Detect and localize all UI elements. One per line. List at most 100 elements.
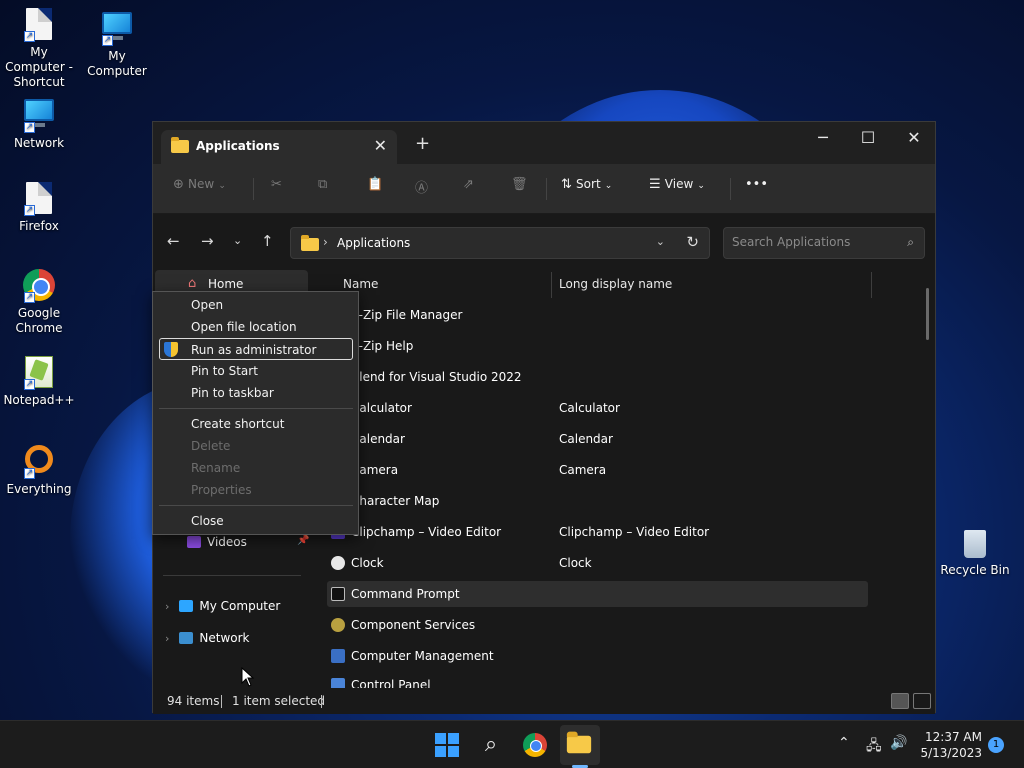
table-row[interactable]: Component Services: [327, 612, 868, 638]
table-row[interactable]: Character Map: [327, 488, 868, 514]
clock-icon: [331, 556, 345, 570]
search-icon[interactable]: ⌕: [907, 235, 914, 250]
breadcrumb-chevron-icon: ›: [323, 235, 328, 249]
context-menu: Open Open file location Run as administr…: [152, 291, 359, 535]
recent-locations-icon[interactable]: ⌄: [233, 234, 242, 247]
nav-item-my-computer[interactable]: › My Computer: [165, 599, 280, 613]
refresh-icon[interactable]: ↻: [686, 233, 699, 251]
breadcrumb-applications[interactable]: Applications: [337, 236, 410, 250]
network-icon: [179, 632, 194, 644]
address-bar[interactable]: › Applications ⌄ ↻: [290, 227, 710, 259]
title-bar[interactable]: Applications ✕ + ─ ☐ ✕: [153, 122, 935, 164]
menu-item-create-shortcut[interactable]: Create shortcut: [153, 413, 358, 435]
videos-icon: [187, 536, 201, 548]
menu-item-properties: Properties: [191, 483, 252, 497]
menu-item-pin-to-start[interactable]: Pin to Start: [153, 360, 358, 382]
maximize-icon[interactable]: ☐: [845, 128, 891, 147]
taskbar: ⌕ ⌃ 🖧 🔊 12:37 AM 5/13/2023 1: [0, 720, 1024, 768]
tiles-view-icon[interactable]: [913, 693, 931, 709]
table-row[interactable]: Blend for Visual Studio 2022: [327, 364, 868, 390]
desktop-icon-google-chrome[interactable]: ↗ Google Chrome: [0, 269, 78, 336]
volume-icon[interactable]: 🔊: [890, 735, 907, 751]
file-explorer-icon: [566, 731, 592, 754]
menu-item-delete: Delete: [191, 439, 231, 453]
table-row[interactable]: Calendar Calendar: [327, 426, 868, 452]
menu-item-close[interactable]: Close: [153, 510, 358, 532]
new-tab-icon[interactable]: +: [415, 133, 430, 154]
notepad-plus-plus-icon: ↗: [22, 356, 56, 390]
desktop-icon-my-computer[interactable]: ↗ My Computer: [78, 8, 156, 79]
file-shortcut-icon: ↗: [22, 8, 56, 42]
table-row-selected[interactable]: Command Prompt: [327, 581, 868, 607]
item-count: 94 items: [167, 694, 220, 708]
close-window-icon[interactable]: ✕: [891, 128, 937, 147]
mouse-cursor-icon: [241, 667, 255, 687]
up-icon[interactable]: ↑: [261, 232, 274, 250]
close-tab-icon[interactable]: ✕: [374, 136, 387, 155]
table-row[interactable]: Control Panel: [327, 672, 868, 688]
column-header-long-display-name[interactable]: Long display name: [559, 277, 672, 291]
desktop-icon-everything[interactable]: ↗ Everything: [0, 443, 78, 497]
home-icon: ⌂: [188, 276, 197, 291]
table-row[interactable]: 7-Zip Help: [327, 333, 868, 359]
column-header-name[interactable]: Name: [343, 277, 378, 291]
desktop-icon-notepad-plus-plus[interactable]: ↗ Notepad++: [0, 356, 78, 408]
details-view-icon[interactable]: [891, 693, 909, 709]
view-button[interactable]: ☰ View ⌄: [649, 177, 705, 192]
menu-item-pin-to-taskbar[interactable]: Pin to taskbar: [153, 382, 358, 404]
delete-icon[interactable]: 🗑: [511, 177, 528, 192]
monitor-icon: [179, 600, 194, 612]
file-shortcut-icon: ↗: [22, 182, 56, 216]
menu-item-run-as-administrator[interactable]: Run as administrator: [159, 338, 353, 360]
chevron-right-icon[interactable]: ›: [165, 632, 169, 645]
share-icon[interactable]: ⇗: [463, 177, 474, 192]
search-box[interactable]: ⌕: [723, 227, 925, 259]
sort-button[interactable]: ⇅ Sort ⌄: [561, 177, 612, 192]
plus-circle-icon: ⊕: [173, 177, 184, 192]
search-input[interactable]: [732, 235, 892, 249]
chevron-right-icon[interactable]: ›: [165, 600, 169, 613]
network-status-icon[interactable]: 🖧: [866, 735, 882, 759]
table-row[interactable]: 7-Zip File Manager: [327, 302, 868, 328]
paste-icon[interactable]: 📋: [367, 177, 383, 192]
copy-icon[interactable]: ⧉: [318, 177, 327, 192]
table-row[interactable]: Computer Management: [327, 643, 868, 669]
clock[interactable]: 12:37 AM 5/13/2023: [910, 729, 982, 761]
table-row[interactable]: Clock Clock: [327, 550, 868, 576]
computer-management-icon: [331, 649, 345, 663]
desktop-icon-firefox[interactable]: ↗ Firefox: [0, 182, 78, 234]
menu-item-open[interactable]: Open: [153, 294, 358, 316]
desktop-icon-my-computer-shortcut[interactable]: ↗ My Computer - Shortcut: [0, 8, 78, 90]
desktop-icon-network[interactable]: ↗ Network: [0, 95, 78, 151]
menu-item-open-file-location[interactable]: Open file location: [153, 316, 358, 338]
file-list: Name Long display name 7-Zip File Manage…: [313, 268, 935, 688]
start-button-windows-icon[interactable]: [433, 731, 461, 759]
rename-icon[interactable]: Ⓐ: [415, 177, 428, 196]
table-row[interactable]: Calculator Calculator: [327, 395, 868, 421]
vertical-scrollbar[interactable]: [926, 288, 929, 340]
forward-icon[interactable]: →: [201, 232, 214, 250]
notification-badge[interactable]: 1: [988, 737, 1004, 753]
chevron-down-icon[interactable]: ⌄: [656, 235, 665, 248]
back-icon[interactable]: ←: [167, 232, 180, 250]
minimize-icon[interactable]: ─: [800, 128, 846, 147]
monitor-icon: ↗: [100, 12, 134, 46]
everything-icon: ↗: [22, 445, 56, 479]
nav-item-videos[interactable]: Videos 📌: [187, 535, 309, 549]
folder-icon: [171, 137, 189, 153]
cut-icon[interactable]: ✂: [271, 177, 282, 192]
pin-icon[interactable]: 📌: [297, 535, 309, 546]
desktop-icon-recycle-bin[interactable]: Recycle Bin: [940, 530, 1010, 577]
show-hidden-icons-chevron-icon[interactable]: ⌃: [838, 735, 850, 751]
more-options-icon[interactable]: •••: [745, 177, 768, 192]
sort-icon: ⇅: [561, 177, 572, 192]
tab-applications[interactable]: Applications ✕: [161, 130, 397, 164]
new-button[interactable]: ⊕ New ⌄: [173, 177, 226, 192]
taskbar-search-icon[interactable]: ⌕: [477, 731, 505, 759]
command-bar: ⊕ New ⌄ ✂ ⧉ 📋 Ⓐ ⇗ 🗑 ⇅ Sort ⌄ ☰ View ⌄ ••…: [153, 164, 935, 214]
table-row[interactable]: Clipchamp – Video Editor Clipchamp – Vide…: [327, 519, 868, 545]
table-row[interactable]: Camera Camera: [327, 457, 868, 483]
taskbar-chrome-icon[interactable]: [521, 731, 549, 759]
component-services-icon: [331, 618, 345, 632]
nav-item-network[interactable]: › Network: [165, 631, 250, 645]
